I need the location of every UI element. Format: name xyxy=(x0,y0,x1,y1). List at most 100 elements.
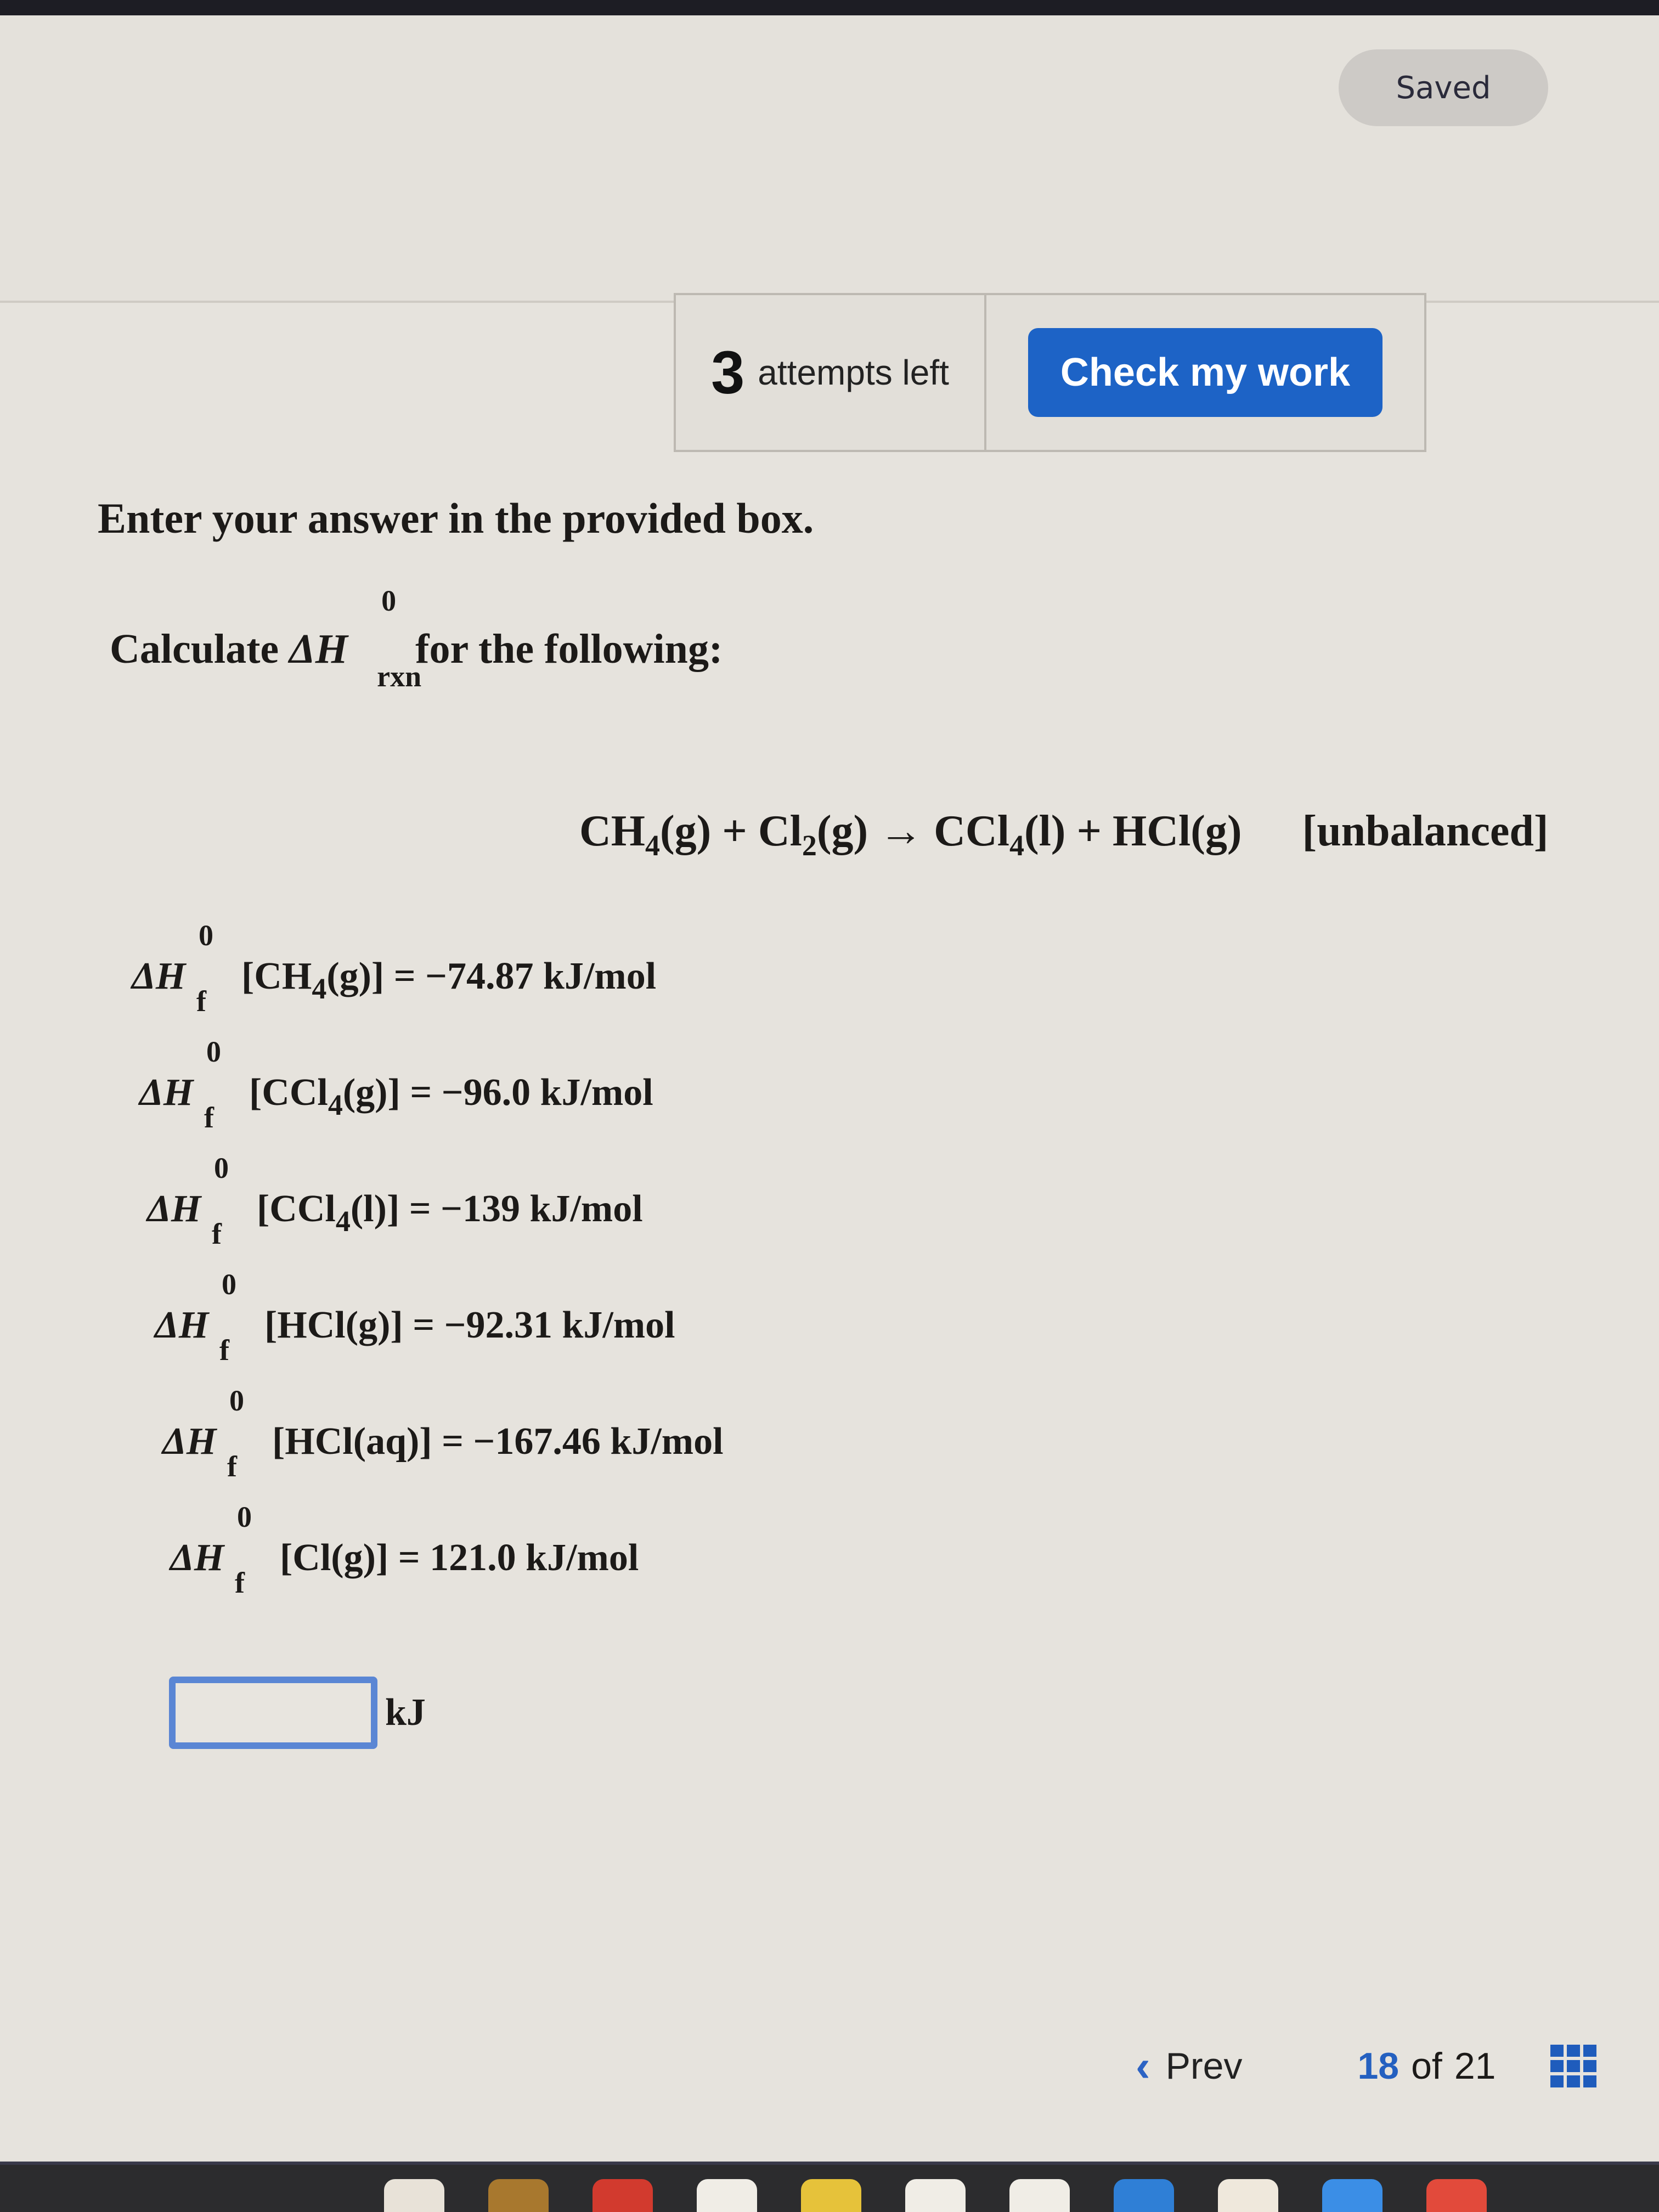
total-pages: 21 xyxy=(1454,2045,1496,2087)
species: [HCl(g)] xyxy=(264,1304,403,1355)
delta-h-rxn: ΔH 0 rxn xyxy=(289,584,421,693)
dock-app-icon[interactable] xyxy=(488,2179,549,2212)
species: [CCl4(l)] xyxy=(257,1187,399,1238)
eq-part: (g) → CCl xyxy=(816,807,1009,855)
answer-input[interactable] xyxy=(169,1677,377,1749)
prev-label: Prev xyxy=(1165,2045,1243,2087)
delta-hf: ΔH 0 f xyxy=(170,1500,280,1599)
reaction-equation: CH4(g) + Cl2(g) → CCl4(l) + HCl(g) [unba… xyxy=(579,806,1549,862)
enthalpy-value: = −139 kJ/mol xyxy=(409,1188,643,1230)
delta-hf: ΔH 0 f xyxy=(162,1384,272,1483)
species-state: (l)] xyxy=(350,1188,400,1230)
delta-hf: ΔH 0 f xyxy=(139,1035,249,1134)
chrome-icon[interactable] xyxy=(1426,2179,1487,2212)
attempts-counter: 3 attempts left xyxy=(676,295,986,450)
formation-subscript: f xyxy=(196,985,206,1018)
delta-h-symbol: ΔH xyxy=(139,1071,194,1114)
species: [Cl(g)] xyxy=(280,1536,388,1587)
of-label: of xyxy=(1411,2045,1442,2087)
saved-status-badge: Saved xyxy=(1339,49,1548,126)
delta-h-symbol: ΔH xyxy=(132,955,186,997)
formation-subscript: f xyxy=(235,1566,245,1599)
enthalpy-value: = −92.31 kJ/mol xyxy=(413,1304,675,1346)
enthalpy-value: = 121.0 kJ/mol xyxy=(398,1537,639,1579)
delta-hf: ΔH 0 f xyxy=(147,1152,257,1250)
prev-button[interactable]: ‹ Prev xyxy=(1136,2041,1242,2091)
unbalanced-note: [unbalanced] xyxy=(1302,807,1549,855)
species-subscript: 4 xyxy=(335,1205,351,1238)
delta-h-symbol: ΔH xyxy=(147,1188,201,1230)
species-subscript: 4 xyxy=(328,1088,343,1121)
calc-suffix: for the following: xyxy=(415,626,723,672)
dock-app-icon[interactable] xyxy=(697,2179,757,2212)
delta-h-symbol: ΔH xyxy=(170,1537,224,1579)
delta-h-symbol: ΔH xyxy=(289,626,348,672)
formation-subscript: f xyxy=(219,1334,229,1367)
species-text: [HCl(aq)] xyxy=(272,1420,432,1463)
question-navigation: ‹ Prev 18 of 21 xyxy=(1136,2041,1597,2091)
current-page: 18 xyxy=(1357,2045,1400,2087)
species: [HCl(aq)] xyxy=(272,1420,432,1471)
species: [CH4(g)] xyxy=(241,955,384,1006)
header-bar: Saved xyxy=(0,15,1659,303)
species-state: (g)] xyxy=(342,1071,400,1114)
standard-state-superscript: 0 xyxy=(214,1152,229,1184)
answer-row: kJ xyxy=(169,1677,426,1749)
calculate-prompt: Calculate ΔH 0 rxn for the following: xyxy=(110,584,723,693)
formation-enthalpy-row: ΔH 0 f [Cl(g)] = 121.0 kJ/mol xyxy=(170,1500,724,1652)
keynote-icon[interactable] xyxy=(1114,2179,1174,2212)
delta-hf: ΔH 0 f xyxy=(132,919,241,1018)
eq-part: CH xyxy=(579,807,645,855)
standard-state-superscript: 0 xyxy=(222,1268,236,1301)
formation-enthalpy-list: ΔH 0 f [CH4(g)] = −74.87 kJ/mol ΔH 0 f [CCl4(g)… xyxy=(132,919,724,1652)
enthalpy-value: = −167.46 kJ/mol xyxy=(442,1420,724,1463)
standard-state-superscript: 0 xyxy=(229,1384,244,1417)
eq-part: (g) + Cl xyxy=(660,807,802,855)
enthalpy-value: = −96.0 kJ/mol xyxy=(410,1071,653,1114)
species-text: [CCl xyxy=(257,1188,336,1230)
delta-h-symbol: ΔH xyxy=(155,1304,209,1346)
species-text: [HCl(g)] xyxy=(264,1304,403,1346)
standard-state-superscript: 0 xyxy=(199,919,213,952)
species-text: [CH xyxy=(241,955,312,997)
species-text: [CCl xyxy=(249,1071,328,1114)
standard-state-superscript: 0 xyxy=(206,1035,221,1068)
formation-subscript: f xyxy=(212,1217,222,1250)
screen-bezel xyxy=(0,0,1659,15)
dock-app-icon[interactable] xyxy=(384,2179,444,2212)
formation-subscript: f xyxy=(204,1101,214,1134)
attempts-count: 3 xyxy=(711,338,745,407)
equation-formula: CH4(g) + Cl2(g) → CCl4(l) + HCl(g) xyxy=(579,806,1242,862)
calc-prefix: Calculate xyxy=(110,626,279,672)
eq-subscript: 4 xyxy=(1009,829,1024,862)
pages-icon[interactable] xyxy=(1218,2179,1278,2212)
page-indicator: 18 of 21 xyxy=(1357,2045,1496,2087)
standard-state-superscript: 0 xyxy=(381,584,397,617)
dock-app-icon[interactable] xyxy=(1009,2179,1070,2212)
instruction-text: Enter your answer in the provided box. xyxy=(98,494,814,542)
attempts-toolbar: 3 attempts left Check my work xyxy=(674,293,1426,452)
grid-view-icon[interactable] xyxy=(1550,2045,1597,2087)
species-subscript: 4 xyxy=(312,972,327,1005)
formation-subscript: f xyxy=(227,1450,237,1483)
eq-subscript: 4 xyxy=(645,829,660,862)
calendar-icon[interactable] xyxy=(592,2179,653,2212)
chevron-left-icon: ‹ xyxy=(1136,2041,1150,2090)
dock-app-icon[interactable] xyxy=(905,2179,966,2212)
rxn-subscript: rxn xyxy=(377,660,422,693)
check-my-work-button[interactable]: Check my work xyxy=(1028,328,1383,417)
eq-subscript: 2 xyxy=(802,829,817,862)
delta-hf: ΔH 0 f xyxy=(155,1268,264,1367)
enthalpy-value: = −74.87 kJ/mol xyxy=(393,955,657,997)
eq-part: (l) + HCl(g) xyxy=(1024,807,1242,855)
delta-h-symbol: ΔH xyxy=(162,1420,217,1463)
standard-state-superscript: 0 xyxy=(237,1500,252,1533)
species: [CCl4(g)] xyxy=(249,1071,400,1122)
os-dock xyxy=(0,2162,1659,2212)
species-state: (g)] xyxy=(326,955,385,997)
check-cell: Check my work xyxy=(986,295,1424,450)
attempts-label: attempts left xyxy=(758,353,949,392)
answer-unit: kJ xyxy=(385,1691,426,1734)
notes-icon[interactable] xyxy=(801,2179,861,2212)
safari-icon[interactable] xyxy=(1322,2179,1383,2212)
